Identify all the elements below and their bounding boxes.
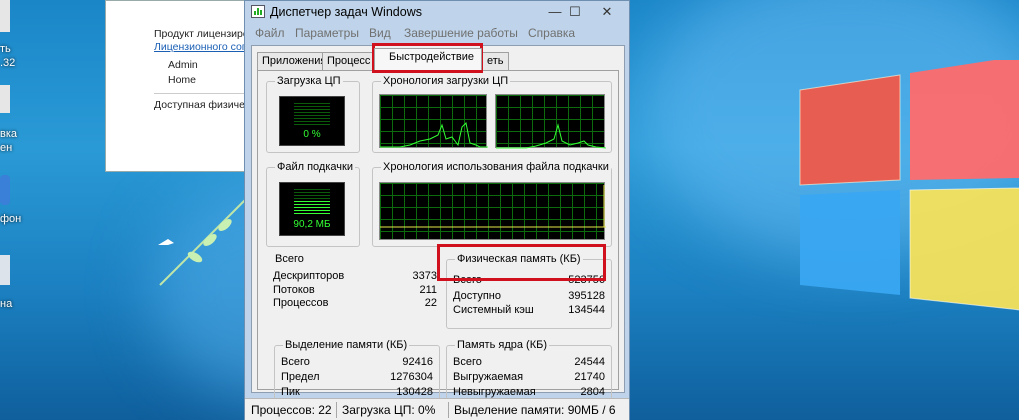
cpu-gauge: 0 % [279, 96, 345, 146]
row-value: 92416 [402, 356, 433, 368]
desktop-icon-label: фон [0, 213, 22, 225]
product-license-text: Продукт лицензиро [154, 28, 249, 40]
page-file-history-line [380, 185, 606, 228]
menu-item-file[interactable]: Файл [255, 26, 285, 40]
row-label: Доступно [453, 290, 502, 302]
row-value: 395128 [568, 290, 605, 302]
row-label: Потоков [273, 284, 315, 296]
page-file-history-graph [379, 182, 606, 240]
cpu-history-group: Хронология загрузки ЦП [372, 75, 612, 153]
desktop-icon-label: вка [0, 128, 18, 140]
menu-bar: Файл Параметры Вид Завершение работы Спр… [245, 23, 629, 43]
desktop-icon[interactable] [0, 0, 10, 32]
page-file-history-group: Хронология использования файла подкачки [372, 161, 612, 247]
row-value: 1276304 [390, 371, 433, 383]
title-bar[interactable]: Диспетчер задач Windows — ☐ ✕ [245, 1, 629, 23]
row-value: 2804 [580, 386, 605, 398]
commit-memory-row: Всего 92416 [281, 356, 433, 369]
desktop-icon-label: на [0, 298, 13, 310]
desktop-icon-label: ен [0, 142, 13, 154]
row-label: Пик [281, 386, 300, 398]
performance-panel: Загрузка ЦП 0 % Хронология загрузки ЦП Ф… [257, 70, 619, 409]
cpu-history-line [496, 123, 607, 149]
cpu-history-line [380, 121, 488, 148]
row-label: Системный кэш [453, 304, 534, 316]
totals-row: Дескрипторов 3373 [273, 270, 437, 283]
row-label: Всего [281, 356, 310, 368]
group-label: Всего [273, 253, 306, 265]
desktop-icon-label: ть [0, 43, 11, 55]
available-memory-text: Доступная физиче [154, 99, 245, 111]
row-label: Всего [453, 356, 482, 368]
menu-item-shutdown[interactable]: Завершение работы [404, 26, 518, 40]
menu-item-options[interactable]: Параметры [295, 26, 359, 40]
menu-item-help[interactable]: Справка [528, 26, 575, 40]
page-file-group: Файл подкачки 90,2 МБ [266, 161, 360, 247]
recycle-bin-icon[interactable] [0, 255, 10, 285]
row-value: 3373 [412, 270, 437, 282]
desktop-icon[interactable] [0, 175, 10, 205]
tab-applications[interactable]: Приложения [257, 52, 332, 70]
windows-logo-icon [799, 60, 1019, 311]
group-label: Хронология загрузки ЦП [381, 75, 511, 87]
row-label: Дескрипторов [273, 270, 345, 282]
group-label: Загрузка ЦП [275, 75, 343, 87]
page-file-value: 90,2 МБ [293, 219, 331, 230]
kernel-memory-row: Всего 24544 [453, 356, 605, 369]
group-label: Память ядра (КБ) [455, 339, 549, 351]
edition-text: Home [168, 74, 197, 86]
gauge-fill [294, 201, 330, 215]
totals-row: Процессов 22 [273, 297, 437, 310]
close-button[interactable]: ✕ [597, 3, 617, 21]
row-value: 22 [424, 297, 437, 309]
status-memory: Выделение памяти: 90МБ / 6 [454, 403, 616, 417]
maximize-button[interactable]: ☐ [565, 3, 585, 21]
desktop-icon[interactable] [0, 85, 10, 113]
page-file-gauge: 90,2 МБ [279, 182, 345, 236]
user-name-text: Admin [168, 59, 198, 71]
group-label: Выделение памяти (КБ) [283, 339, 410, 351]
tab-performance[interactable]: Быстродействие [374, 48, 482, 70]
row-value: 211 [419, 284, 437, 296]
status-processes: Процессов: 22 [251, 403, 332, 417]
totals-group: Всего Дескрипторов 3373 Потоков 211 Проц… [270, 253, 442, 317]
desktop-icon-label: .32 [0, 57, 16, 69]
group-label: Файл подкачки [275, 161, 355, 173]
minimize-button[interactable]: — [545, 3, 565, 21]
totals-row: Потоков 211 [273, 284, 437, 297]
highlight-physical-memory [437, 244, 606, 281]
task-manager-window: Диспетчер задач Windows — ☐ ✕ Файл Парам… [244, 0, 630, 420]
row-value: 21740 [574, 371, 605, 383]
row-label: Невыгружаемая [453, 386, 536, 398]
menu-item-view[interactable]: Вид [369, 26, 391, 40]
group-label: Хронология использования файла подкачки [381, 161, 611, 173]
tab-processes[interactable]: Процесс [322, 52, 376, 70]
status-divider [336, 402, 337, 418]
license-agreement-link[interactable]: Лицензионного сог [154, 41, 246, 53]
status-divider [448, 402, 449, 418]
physical-memory-row: Системный кэш 134544 [453, 304, 605, 317]
row-label: Выгружаемая [453, 371, 524, 383]
tab-network[interactable]: еть [482, 52, 509, 70]
cpu-history-graph-1 [379, 94, 488, 148]
row-label: Процессов [273, 297, 329, 309]
gauge-bars [294, 103, 330, 125]
row-value: 134544 [568, 304, 605, 316]
cpu-history-graph-2 [495, 94, 607, 149]
kernel-memory-row: Выгружаемая 21740 [453, 371, 605, 384]
main-area: Приложения Процесс Быстродействие еть За… [251, 45, 625, 409]
cpu-value: 0 % [303, 129, 321, 140]
row-value: 130428 [396, 386, 433, 398]
status-cpu: Загрузка ЦП: 0% [342, 403, 436, 417]
status-bar: Процессов: 22 Загрузка ЦП: 0% Выделение … [245, 398, 629, 420]
row-value: 24544 [574, 356, 605, 368]
task-manager-icon [251, 5, 265, 18]
physical-memory-row: Доступно 395128 [453, 290, 605, 303]
commit-memory-row: Предел 1276304 [281, 371, 433, 384]
row-label: Предел [281, 371, 320, 383]
window-title: Диспетчер задач Windows [270, 5, 422, 19]
cpu-usage-group: Загрузка ЦП 0 % [266, 75, 360, 153]
background-system-window[interactable]: Продукт лицензиро Лицензионного сог Admi… [105, 0, 265, 172]
